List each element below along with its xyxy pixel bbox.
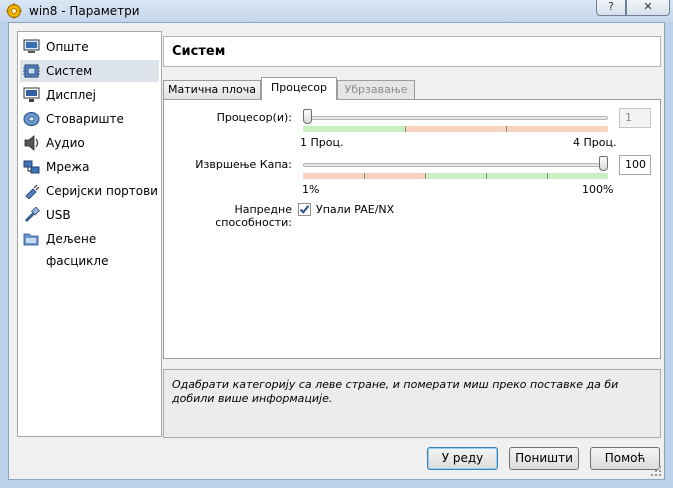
monitor-general-icon bbox=[23, 39, 40, 53]
processor-count-spinbox[interactable]: 1 bbox=[619, 108, 651, 128]
sidebar-item-label: Серијски портови bbox=[46, 184, 158, 198]
sidebar-item-label: Систем bbox=[46, 64, 93, 78]
sidebar-item-label: USB bbox=[46, 208, 71, 222]
network-icon bbox=[23, 160, 40, 174]
tab-bar: Матична плоча Процесор Убрзавање bbox=[163, 77, 463, 100]
page-title: Систем bbox=[163, 36, 661, 67]
display-icon bbox=[23, 87, 40, 102]
processor-slider-track[interactable] bbox=[303, 116, 608, 120]
execution-cap-label: Извршење Капа: bbox=[195, 158, 292, 171]
sidebar-item-shared-folders[interactable]: Дељене фасцикле bbox=[20, 228, 159, 268]
slider-tick bbox=[547, 173, 548, 179]
info-description-box: Одабрати категорију са леве стране, и по… bbox=[163, 369, 661, 438]
sidebar-item-label: Дисплеј bbox=[46, 88, 97, 102]
processor-max-label: 4 Проц. bbox=[573, 136, 617, 149]
category-list[interactable]: Опште Систем Дисплеј Стовариште Аудио Мр… bbox=[17, 31, 162, 437]
sidebar-item-label: Опште bbox=[46, 40, 89, 54]
cap-max-label: 100% bbox=[582, 183, 614, 196]
sidebar-item-storage[interactable]: Стовариште bbox=[20, 108, 159, 130]
processor-count-label: Процесор(и): bbox=[216, 111, 292, 124]
execution-cap-spinbox[interactable]: 100 bbox=[619, 155, 651, 175]
slider-tick bbox=[506, 126, 507, 132]
tab-motherboard[interactable]: Матична плоча bbox=[163, 80, 261, 99]
slider-tick bbox=[364, 173, 365, 179]
sidebar-item-general[interactable]: Опште bbox=[20, 36, 159, 58]
checkmark-icon bbox=[299, 205, 310, 214]
pae-nx-checkbox-label[interactable]: Упали PAE/NX bbox=[316, 203, 394, 216]
window-frame: win8 - Параметри ? ✕ Опште Систем Диспле… bbox=[0, 0, 673, 488]
sidebar-item-label: Стовариште bbox=[46, 112, 124, 126]
slider-tick bbox=[425, 173, 426, 179]
tab-acceleration: Убрзавање bbox=[337, 80, 415, 99]
processor-min-label: 1 Проц. bbox=[300, 136, 344, 149]
window-title: win8 - Параметри bbox=[29, 4, 140, 18]
processor-tab-panel: Процесор(и): 1 Проц. 4 Проц. 1 Извршење … bbox=[163, 99, 661, 359]
sidebar-item-usb[interactable]: USB bbox=[20, 204, 159, 226]
slider-tick bbox=[405, 126, 406, 132]
cancel-button[interactable]: Поништи bbox=[509, 447, 579, 470]
help-title-button[interactable]: ? bbox=[596, 0, 626, 16]
sidebar-item-display[interactable]: Дисплеј bbox=[20, 84, 159, 106]
pae-nx-checkbox[interactable] bbox=[298, 203, 311, 216]
serial-plug-icon bbox=[25, 184, 40, 199]
usb-icon bbox=[24, 207, 40, 223]
folder-icon bbox=[23, 233, 39, 246]
chip-icon bbox=[23, 64, 40, 78]
sidebar-item-serial-ports[interactable]: Серијски портови bbox=[20, 180, 159, 202]
gear-app-icon bbox=[6, 3, 22, 19]
extended-features-label: Напредне способности: bbox=[215, 203, 292, 229]
processor-slider-thumb[interactable] bbox=[303, 109, 312, 124]
slider-tick bbox=[486, 173, 487, 179]
sidebar-item-audio[interactable]: Аудио bbox=[20, 132, 159, 154]
sidebar-item-system[interactable]: Систем bbox=[20, 60, 159, 82]
execution-cap-slider-thumb[interactable] bbox=[599, 156, 608, 171]
speaker-icon bbox=[24, 135, 39, 151]
cap-min-label: 1% bbox=[302, 183, 320, 196]
dialog-client-area: Опште Систем Дисплеј Стовариште Аудио Мр… bbox=[8, 22, 665, 480]
title-bar[interactable]: win8 - Параметри ? ✕ bbox=[0, 0, 673, 22]
resize-grip-icon[interactable] bbox=[650, 465, 662, 477]
sidebar-item-label: Дељене фасцикле bbox=[46, 232, 109, 268]
storage-disk-icon bbox=[23, 112, 40, 126]
cap-zone-ok bbox=[425, 173, 608, 179]
close-button[interactable]: ✕ bbox=[626, 0, 670, 16]
tab-processor[interactable]: Процесор bbox=[261, 77, 337, 100]
sidebar-item-label: Мрежа bbox=[46, 160, 90, 174]
execution-cap-slider-track[interactable] bbox=[303, 163, 608, 167]
sidebar-item-label: Аудио bbox=[46, 136, 85, 150]
processor-zone-ok bbox=[303, 126, 405, 132]
sidebar-item-network[interactable]: Мрежа bbox=[20, 156, 159, 178]
ok-button[interactable]: У реду bbox=[427, 447, 498, 470]
